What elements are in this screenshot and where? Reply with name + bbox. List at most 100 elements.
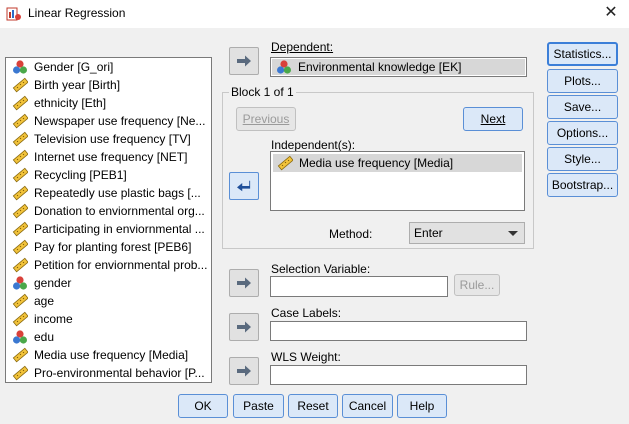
plots-button[interactable]: Plots...: [547, 69, 618, 93]
paste-button[interactable]: Paste: [233, 394, 284, 418]
variable-label: Media use frequency [Media]: [34, 348, 189, 362]
dependent-variable[interactable]: Environmental knowledge [EK]: [272, 59, 525, 75]
nominal-icon: [277, 60, 291, 74]
independent-variable[interactable]: Media use frequency [Media]: [273, 154, 522, 172]
scale-ruler-icon: [12, 239, 28, 255]
variable-label: Recycling [PEB1]: [34, 168, 127, 182]
source-variable-list[interactable]: Gender [G_ori] Birth year [Birth] ethnicit…: [5, 57, 212, 383]
title-bar: Linear Regression ✕: [0, 0, 629, 28]
arrow-right-icon: [237, 55, 251, 67]
method-select[interactable]: Enter: [409, 222, 525, 244]
window-title: Linear Regression: [28, 6, 126, 20]
variable-label: Birth year [Birth]: [34, 78, 121, 92]
scale-ruler-icon: [12, 185, 28, 201]
move-to-dependent-button[interactable]: [229, 47, 259, 75]
variable-list-item[interactable]: Television use frequency [TV]: [6, 130, 211, 148]
method-label: Method:: [329, 227, 373, 241]
variable-list-item[interactable]: Participating in enviornmental ...: [6, 220, 211, 238]
independents-list[interactable]: Media use frequency [Media]: [270, 151, 525, 211]
app-icon: [6, 7, 21, 21]
variable-list-item[interactable]: income: [6, 310, 211, 328]
block-title: Block 1 of 1: [229, 85, 296, 99]
variable-list-item[interactable]: Gender [G_ori]: [6, 58, 211, 76]
selection-variable-field[interactable]: [270, 276, 448, 297]
variable-label: Repeatedly use plastic bags [...: [34, 186, 201, 200]
scale-ruler-icon: [12, 257, 28, 273]
variable-label: edu: [34, 330, 55, 344]
variable-label: gender: [34, 276, 72, 290]
variable-label: Pro-environmental behavior [P...: [34, 366, 205, 380]
variable-list-item[interactable]: Birth year [Birth]: [6, 76, 211, 94]
variable-label: Pay for planting forest [PEB6]: [34, 240, 192, 254]
variable-label: Participating in enviornmental ...: [34, 222, 205, 236]
scale-ruler-icon: [277, 155, 293, 171]
scale-ruler-icon: [12, 221, 28, 237]
scale-ruler-icon: [12, 149, 28, 165]
move-to-case-labels-button[interactable]: [229, 313, 259, 341]
variable-list-item[interactable]: Petition for enviornmental prob...: [6, 256, 211, 274]
wls-label: WLS Weight:: [271, 350, 341, 364]
nominal-icon: [13, 276, 27, 290]
arrow-right-icon: [237, 365, 251, 377]
scale-ruler-icon: [12, 203, 28, 219]
variable-label: Donation to enviornmental org...: [34, 204, 205, 218]
variable-label: Gender [G_ori]: [34, 60, 114, 74]
previous-button[interactable]: Previous: [236, 107, 296, 131]
variable-list-item[interactable]: Recycling [PEB1]: [6, 166, 211, 184]
dependent-label: Dependent:: [271, 40, 334, 54]
variable-label: income: [34, 312, 73, 326]
variable-list-item[interactable]: Donation to enviornmental org...: [6, 202, 211, 220]
independents-label: Independent(s):: [271, 138, 356, 152]
close-icon[interactable]: ✕: [601, 2, 621, 24]
case-labels-field[interactable]: [270, 321, 527, 341]
arrow-back-icon: [237, 180, 251, 192]
variable-label: age: [34, 294, 55, 308]
scale-ruler-icon: [12, 113, 28, 129]
variable-label: ethnicity [Eth]: [34, 96, 107, 110]
scale-ruler-icon: [12, 347, 28, 363]
variable-label: Newspaper use frequency [Ne...: [34, 114, 206, 128]
style-button[interactable]: Style...: [547, 147, 618, 171]
variable-list-item[interactable]: age: [6, 292, 211, 310]
variable-list-item[interactable]: Internet use frequency [NET]: [6, 148, 211, 166]
variable-list-item[interactable]: Newspaper use frequency [Ne...: [6, 112, 211, 130]
help-button[interactable]: Help: [397, 394, 447, 418]
scale-ruler-icon: [12, 131, 28, 147]
variable-list-item[interactable]: Pro-environmental behavior [P...: [6, 364, 211, 382]
variable-label: Petition for enviornmental prob...: [34, 258, 208, 272]
chevron-down-icon: [508, 231, 518, 236]
scale-ruler-icon: [12, 311, 28, 327]
bootstrap-button[interactable]: Bootstrap...: [547, 173, 618, 197]
reset-button[interactable]: Reset: [288, 394, 338, 418]
ok-button[interactable]: OK: [178, 394, 228, 418]
nominal-icon: [13, 330, 27, 344]
options-button[interactable]: Options...: [547, 121, 618, 145]
rule-button[interactable]: Rule...: [454, 274, 500, 296]
save-button[interactable]: Save...: [547, 95, 618, 119]
variable-list-item[interactable]: Media use frequency [Media]: [6, 346, 211, 364]
cancel-button[interactable]: Cancel: [342, 394, 393, 418]
move-to-wls-button[interactable]: [229, 357, 259, 385]
variable-list-item[interactable]: Repeatedly use plastic bags [...: [6, 184, 211, 202]
move-to-selection-button[interactable]: [229, 269, 259, 297]
scale-ruler-icon: [12, 77, 28, 93]
variable-list-item[interactable]: edu: [6, 328, 211, 346]
variable-label: Television use frequency [TV]: [34, 132, 191, 146]
selection-label: Selection Variable:: [271, 262, 371, 276]
variable-list-item[interactable]: gender: [6, 274, 211, 292]
next-button[interactable]: Next: [463, 107, 523, 131]
move-from-independents-button[interactable]: [229, 172, 259, 200]
case-labels-label: Case Labels:: [271, 306, 342, 320]
variable-list-item[interactable]: ethnicity [Eth]: [6, 94, 211, 112]
dependent-field[interactable]: Environmental knowledge [EK]: [270, 57, 527, 77]
scale-ruler-icon: [12, 293, 28, 309]
scale-ruler-icon: [12, 95, 28, 111]
arrow-right-icon: [237, 321, 251, 333]
variable-list-item[interactable]: Pay for planting forest [PEB6]: [6, 238, 211, 256]
variable-label: Internet use frequency [NET]: [34, 150, 188, 164]
scale-ruler-icon: [12, 365, 28, 381]
statistics-button[interactable]: Statistics...: [547, 42, 618, 66]
wls-weight-field[interactable]: [270, 365, 527, 385]
scale-ruler-icon: [12, 167, 28, 183]
nominal-icon: [13, 60, 27, 74]
